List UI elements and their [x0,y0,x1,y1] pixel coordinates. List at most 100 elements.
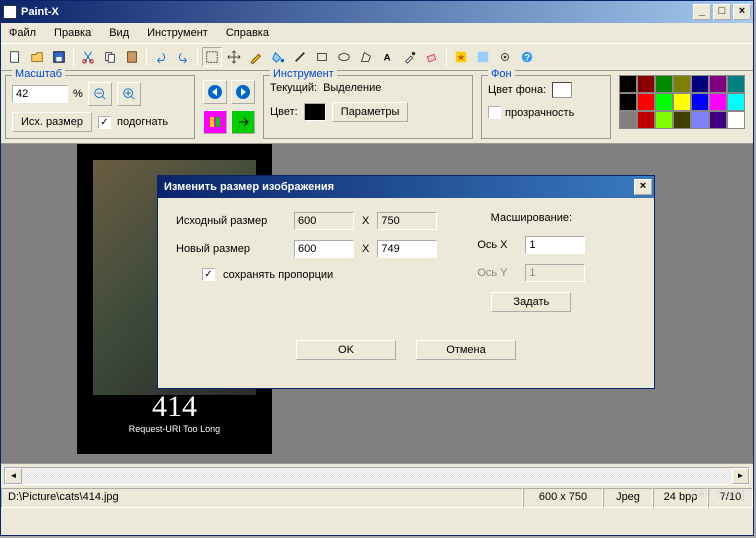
palette-swatch[interactable] [637,75,655,93]
scroll-track[interactable] [22,468,732,484]
nav4-button[interactable] [231,110,255,134]
new-size-label: Новый размер [176,243,286,255]
h-scrollbar[interactable]: ◄ ► [4,467,750,485]
titlebar: Paint-X _ □ × [1,1,753,23]
palette-swatch[interactable] [709,75,727,93]
fill-icon[interactable] [268,47,288,67]
undo-icon[interactable] [151,47,171,67]
effect2-icon[interactable] [473,47,493,67]
ellipse-icon[interactable] [334,47,354,67]
new-icon[interactable] [5,47,25,67]
menu-help[interactable]: Справка [226,27,269,39]
palette-swatch[interactable] [727,93,745,111]
save-icon[interactable] [49,47,69,67]
help-icon[interactable]: ? [517,47,537,67]
reset-zoom-button[interactable]: Исх. размер [12,112,92,132]
palette-swatch[interactable] [655,93,673,111]
effect1-icon[interactable] [451,47,471,67]
cut-icon[interactable] [78,47,98,67]
scale-input[interactable] [12,85,68,103]
color-swatch[interactable] [304,103,326,121]
palette-swatch[interactable] [691,75,709,93]
main-toolbar: A ? [1,44,753,71]
fit-checkbox[interactable]: ✓ [98,116,111,129]
palette-swatch[interactable] [637,93,655,111]
ok-button[interactable]: OK [296,340,396,360]
scale-panel: Масштаб % Исх. размер ✓ подогнать [5,75,195,139]
dialog-close-button[interactable]: × [634,179,652,195]
scroll-right-button[interactable]: ► [732,468,749,484]
menu-view[interactable]: Вид [109,27,129,39]
src-width-input [294,212,354,230]
menu-edit[interactable]: Правка [54,27,91,39]
bg-color-swatch[interactable] [552,82,572,98]
keep-aspect-label: сохранять пропорции [223,269,333,281]
redo-icon[interactable] [173,47,193,67]
gear-icon[interactable] [495,47,515,67]
option-panels: Масштаб % Исх. размер ✓ подогнать [1,71,753,144]
fit-label: подогнать [117,116,168,128]
text-icon[interactable]: A [378,47,398,67]
scroll-left-button[interactable]: ◄ [5,468,22,484]
statusbar: D:\Picture\cats\414.jpg 600 x 750 Jpeg 2… [1,488,753,508]
set-button[interactable]: Задать [491,292,571,312]
palette-swatch[interactable] [691,93,709,111]
prev-button[interactable] [203,80,227,104]
svg-text:A: A [384,53,391,64]
next-button[interactable] [231,80,255,104]
zoom-in-button[interactable] [117,82,141,106]
nav3-button[interactable] [203,110,227,134]
watermark: ZAV SOFT [691,489,747,500]
line-icon[interactable] [290,47,310,67]
pencil-icon[interactable] [246,47,266,67]
palette-swatch[interactable] [727,75,745,93]
palette-swatch[interactable] [691,111,709,129]
minimize-button[interactable]: _ [693,4,711,20]
palette-swatch[interactable] [637,111,655,129]
palette-swatch[interactable] [619,75,637,93]
current-tool-value: Выделение [323,82,381,94]
svg-text:?: ? [524,53,530,64]
resize-dialog: Изменить размер изображения × Исходный р… [157,175,655,389]
palette-swatch[interactable] [709,111,727,129]
select-icon[interactable] [202,47,222,67]
copy-icon[interactable] [100,47,120,67]
app-title: Paint-X [21,6,691,18]
image-msg: Request-URI Too Long [77,424,272,434]
palette-swatch[interactable] [709,93,727,111]
scale-x-input[interactable] [525,236,585,254]
transparency-checkbox[interactable] [488,106,501,119]
new-height-input[interactable] [377,240,437,258]
color-label: Цвет: [270,106,298,118]
palette-swatch[interactable] [619,111,637,129]
palette-swatch[interactable] [655,75,673,93]
rect-icon[interactable] [312,47,332,67]
palette-swatch[interactable] [673,111,691,129]
menu-file[interactable]: Файл [9,27,36,39]
status-dims: 600 x 750 [523,488,603,508]
palette-swatch[interactable] [727,111,745,129]
palette-swatch[interactable] [673,93,691,111]
keep-aspect-checkbox[interactable]: ✓ [202,268,215,281]
zoom-out-button[interactable] [88,82,112,106]
color-palette[interactable] [619,75,745,139]
eraser-icon[interactable] [422,47,442,67]
params-button[interactable]: Параметры [332,102,409,122]
palette-swatch[interactable] [673,75,691,93]
move-icon[interactable] [224,47,244,67]
scale-y-input [525,264,585,282]
pct-label: % [73,88,83,100]
palette-swatch[interactable] [655,111,673,129]
menu-tool[interactable]: Инструмент [147,27,208,39]
palette-swatch[interactable] [619,93,637,111]
maximize-button[interactable]: □ [713,4,731,20]
new-width-input[interactable] [294,240,354,258]
paste-icon[interactable] [122,47,142,67]
bg-panel: Фон Цвет фона: прозрачность [481,75,611,139]
polygon-icon[interactable] [356,47,376,67]
eyedrop-icon[interactable] [400,47,420,67]
close-button[interactable]: × [733,4,751,20]
src-size-label: Исходный размер [176,215,286,227]
open-icon[interactable] [27,47,47,67]
cancel-button[interactable]: Отмена [416,340,516,360]
